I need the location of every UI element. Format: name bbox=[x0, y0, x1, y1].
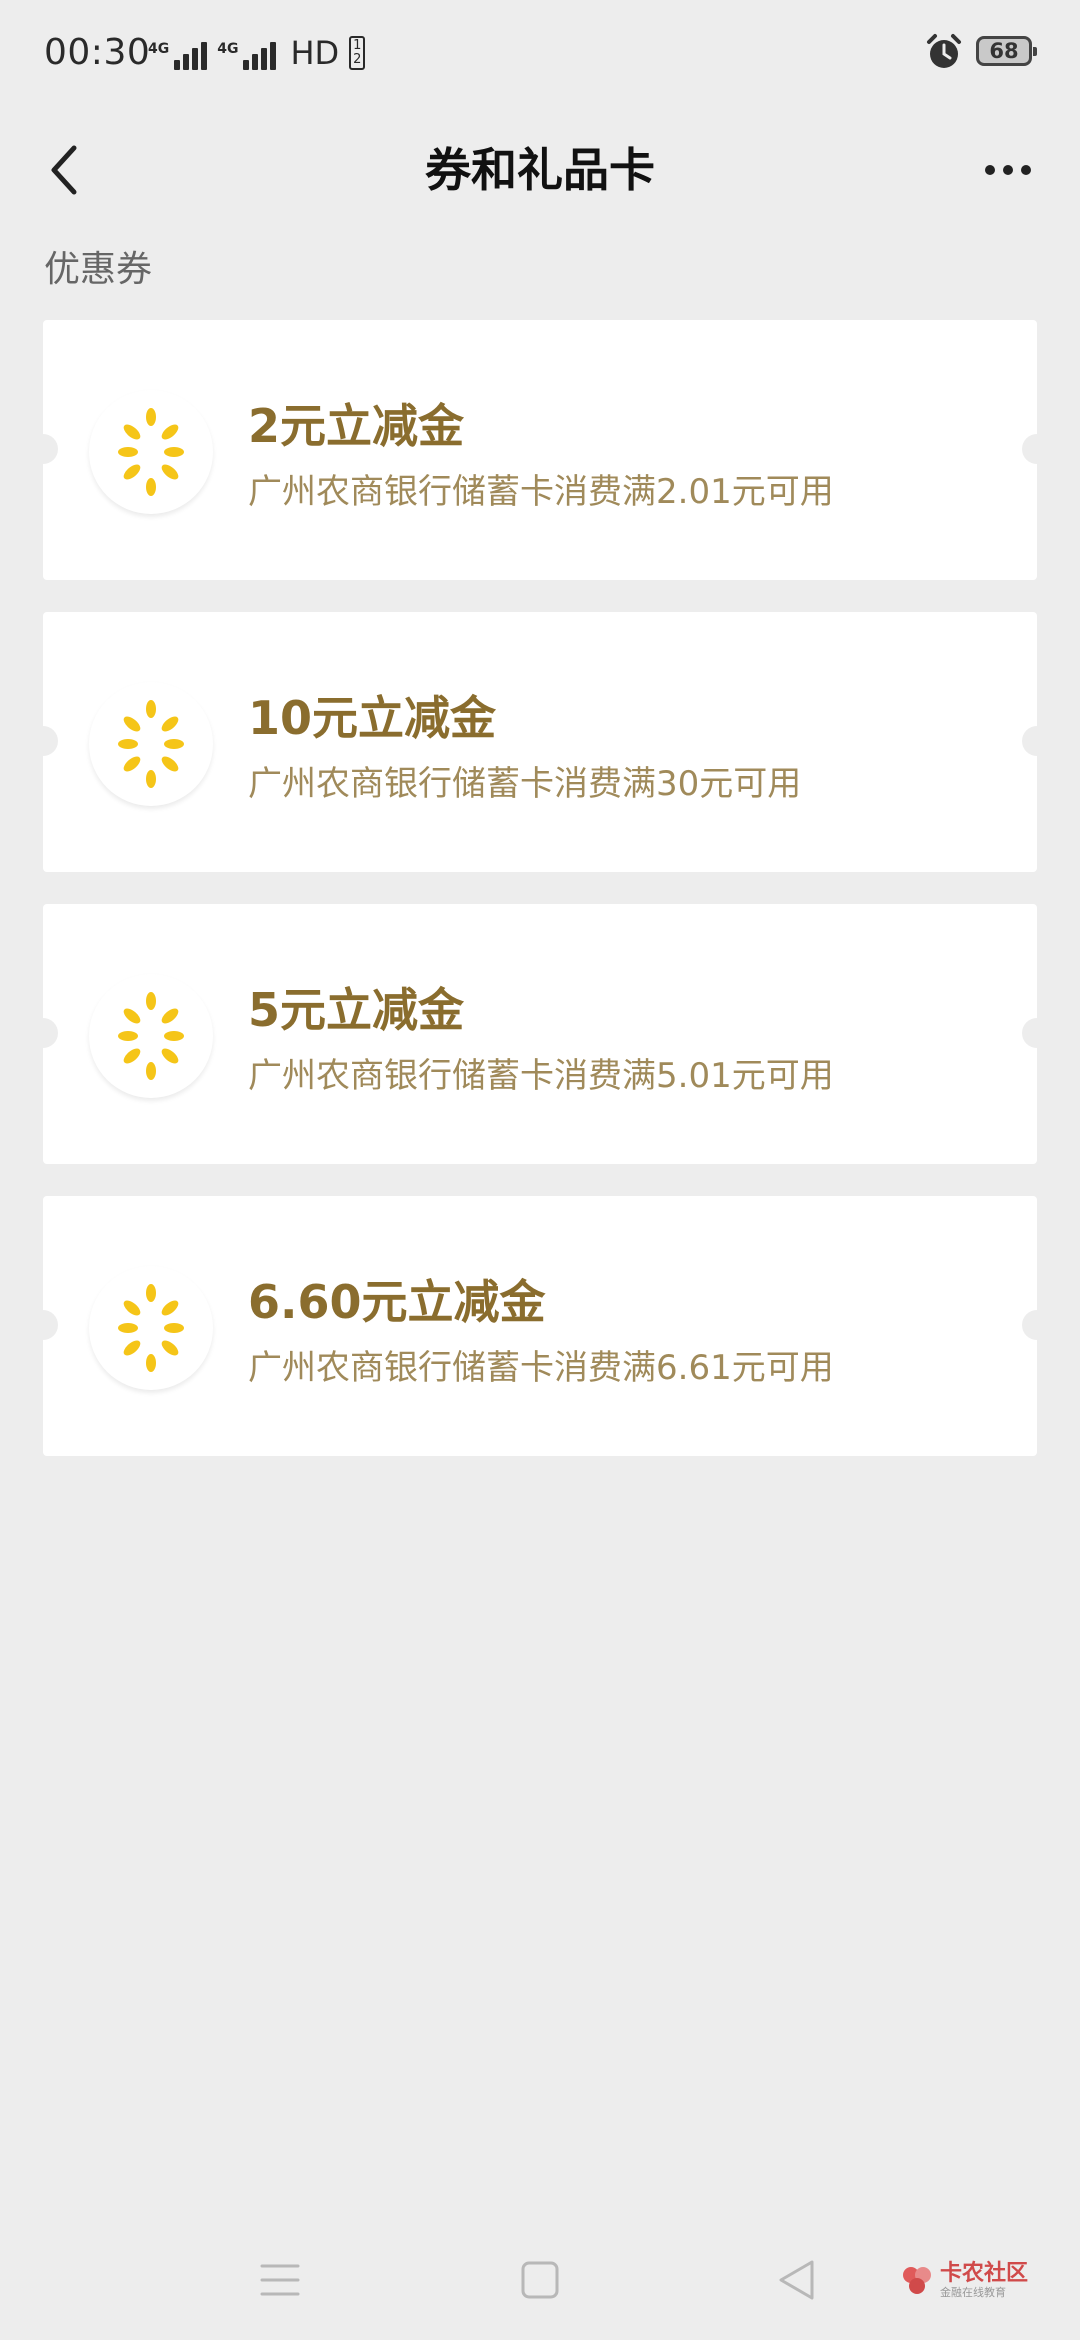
watermark-logo-icon bbox=[903, 2267, 931, 2294]
bank-logo-icon bbox=[89, 390, 213, 514]
network-indicators: 4G 4G HD 1 2 bbox=[148, 34, 366, 72]
grain-logo-icon bbox=[118, 408, 184, 496]
status-time: 00:30 bbox=[44, 32, 151, 73]
network-type-1: 4G bbox=[148, 41, 170, 57]
bank-logo-icon bbox=[89, 1266, 213, 1390]
signal-1: 4G bbox=[148, 41, 208, 70]
coupon-title: 6.60元立减金 bbox=[248, 1275, 546, 1329]
more-options-button[interactable] bbox=[960, 132, 1056, 208]
status-bar: 00:30 4G 4G HD 1 2 68 bbox=[0, 0, 1080, 110]
more-dots-icon bbox=[1021, 165, 1031, 175]
coupon-description: 广州农商银行储蓄卡消费满2.01元可用 bbox=[248, 472, 834, 512]
signal-bar-icon bbox=[261, 48, 268, 70]
coupon-title: 5元立减金 bbox=[248, 983, 465, 1037]
more-dots-icon bbox=[1003, 165, 1013, 175]
sim-top: 1 bbox=[353, 38, 362, 53]
system-nav-bar: 卡农社区 金融在线教育 bbox=[0, 2220, 1080, 2340]
ticket-notch bbox=[1022, 434, 1052, 464]
battery-level: 68 bbox=[989, 39, 1019, 63]
watermark-text: 卡农社区 金融在线教育 bbox=[940, 2262, 1028, 2300]
battery-icon: 68 bbox=[976, 36, 1037, 66]
coupon-list: 2元立减金 广州农商银行储蓄卡消费满2.01元可用 10元立减金 广州农商银行储… bbox=[28, 320, 1052, 1488]
back-button[interactable] bbox=[24, 122, 104, 218]
coupon-description: 广州农商银行储蓄卡消费满6.61元可用 bbox=[248, 1348, 834, 1388]
more-dots-icon bbox=[985, 165, 995, 175]
coupon-card[interactable]: 10元立减金 广州农商银行储蓄卡消费满30元可用 bbox=[28, 612, 1052, 872]
network-type-2: 4G bbox=[217, 41, 239, 57]
coupon-card[interactable]: 6.60元立减金 广州农商银行储蓄卡消费满6.61元可用 bbox=[28, 1196, 1052, 1456]
ticket-notch bbox=[1022, 1018, 1052, 1048]
grain-logo-icon bbox=[118, 700, 184, 788]
signal-bar-icon bbox=[270, 42, 277, 70]
ticket-notch bbox=[28, 1310, 58, 1340]
watermark: 卡农社区 金融在线教育 bbox=[900, 2256, 1070, 2306]
signal-bar-icon bbox=[243, 60, 250, 70]
triangle-back-icon bbox=[779, 2260, 814, 2300]
top-nav-bar: 券和礼品卡 bbox=[0, 110, 1080, 230]
watermark-sub: 金融在线教育 bbox=[940, 2286, 1006, 2299]
ticket-notch bbox=[28, 1018, 58, 1048]
grain-logo-icon bbox=[118, 992, 184, 1080]
system-back-button[interactable] bbox=[756, 2250, 836, 2310]
ticket-notch bbox=[28, 726, 58, 756]
hd-label: HD bbox=[290, 34, 340, 72]
recent-apps-button[interactable] bbox=[240, 2250, 320, 2310]
sim-bottom: 2 bbox=[353, 52, 362, 67]
section-title-coupons: 优惠券 bbox=[44, 249, 153, 290]
ticket-notch bbox=[1022, 726, 1052, 756]
coupon-title: 10元立减金 bbox=[248, 691, 497, 745]
page-title: 券和礼品卡 bbox=[425, 143, 655, 197]
chevron-left-icon bbox=[51, 145, 77, 195]
coupon-title: 2元立减金 bbox=[248, 399, 465, 453]
bank-logo-icon bbox=[89, 682, 213, 806]
grain-logo-icon bbox=[118, 1284, 184, 1372]
signal-bar-icon bbox=[192, 48, 199, 70]
signal-bar-icon bbox=[183, 54, 190, 70]
signal-bar-icon bbox=[252, 54, 259, 70]
signal-2: 4G bbox=[217, 41, 277, 70]
coupon-card[interactable]: 2元立减金 广州农商银行储蓄卡消费满2.01元可用 bbox=[28, 320, 1052, 580]
sim-indicator: 1 2 bbox=[349, 36, 366, 70]
signal-bar-icon bbox=[201, 42, 208, 70]
ticket-notch bbox=[28, 434, 58, 464]
coupon-description: 广州农商银行储蓄卡消费满30元可用 bbox=[248, 764, 802, 804]
coupon-card[interactable]: 5元立减金 广州农商银行储蓄卡消费满5.01元可用 bbox=[28, 904, 1052, 1164]
watermark-main: 卡农社区 bbox=[940, 2261, 1029, 2286]
bank-logo-icon bbox=[89, 974, 213, 1098]
alarm-clock-icon bbox=[927, 34, 961, 68]
home-button[interactable] bbox=[500, 2250, 580, 2310]
ticket-notch bbox=[1022, 1310, 1052, 1340]
coupon-description: 广州农商银行储蓄卡消费满5.01元可用 bbox=[248, 1056, 834, 1096]
signal-bar-icon bbox=[174, 60, 181, 70]
home-square-icon bbox=[521, 2261, 559, 2299]
menu-lines-icon bbox=[260, 2264, 300, 2296]
